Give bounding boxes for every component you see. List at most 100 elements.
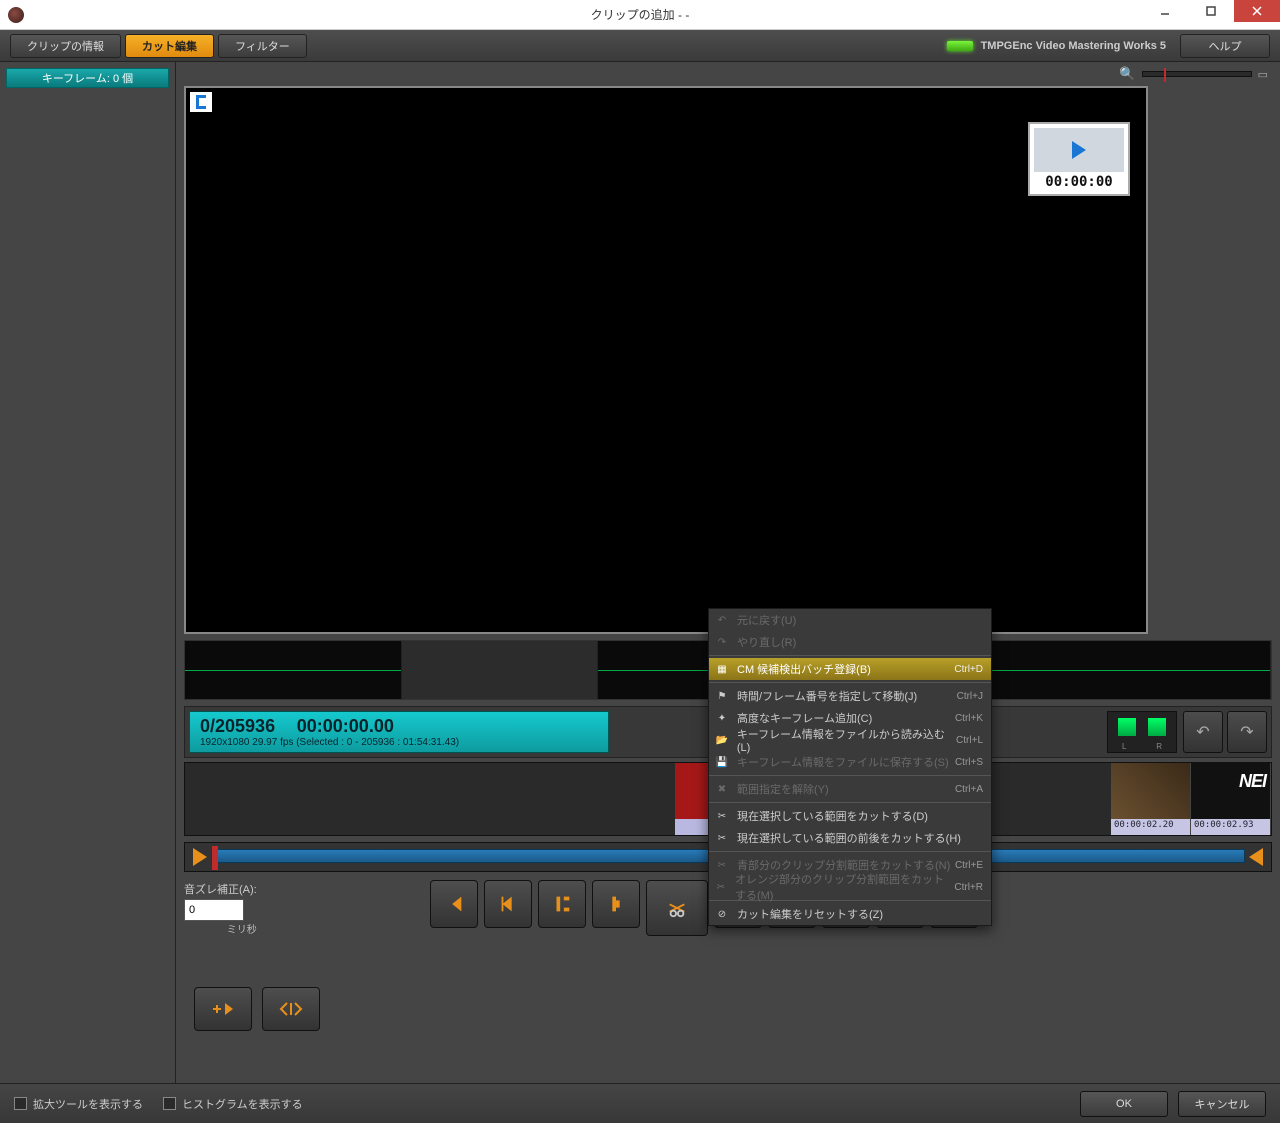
set-in-button[interactable]: [538, 880, 586, 928]
playhead[interactable]: [212, 846, 218, 870]
help-button[interactable]: ヘルプ: [1180, 34, 1270, 58]
thumb-timecode: 00:00:02.93: [1191, 819, 1270, 835]
audio-level-meter: L R: [1107, 711, 1177, 753]
redo-icon: ↷: [713, 634, 731, 650]
show-histogram-checkbox[interactable]: ヒストグラムを表示する: [163, 1096, 303, 1112]
in-handle-icon[interactable]: [193, 848, 207, 866]
menu-item-shortcut: Ctrl+S: [955, 757, 983, 768]
menu-item-label: オレンジ部分のクリップ分割範囲をカットする(M): [735, 871, 954, 903]
brand-label: TMPGEnc Video Mastering Works 5: [981, 40, 1166, 52]
cut-icon: ✂: [713, 808, 731, 824]
menu-item-label: 現在選択している範囲の前後をカットする(H): [737, 830, 961, 846]
tab-clip-info[interactable]: クリップの情報: [10, 34, 121, 58]
menu-item: ✂オレンジ部分のクリップ分割範囲をカットする(M)Ctrl+R: [709, 876, 991, 898]
menu-item[interactable]: ▦CM 候補検出バッチ登録(B)Ctrl+D: [709, 658, 991, 680]
close-button[interactable]: [1234, 0, 1280, 22]
pip-preview: 00:00:00: [1028, 122, 1130, 196]
menu-separator: [709, 802, 991, 803]
top-tab-bar: クリップの情報 カット編集 フィルター TMPGEnc Video Master…: [0, 30, 1280, 62]
menu-item-shortcut: Ctrl+L: [956, 735, 983, 746]
menu-item-label: 現在選択している範囲をカットする(D): [737, 808, 928, 824]
meter-right-label: R: [1156, 742, 1162, 751]
mark-in-button[interactable]: [592, 880, 640, 928]
prev-keyframe-button[interactable]: [430, 880, 478, 928]
out-handle-icon[interactable]: [1249, 848, 1263, 866]
menu-separator: [709, 682, 991, 683]
save-icon: 💾: [713, 754, 731, 770]
keyframe-list-header: キーフレーム: 0 個: [6, 68, 169, 88]
zoom-bar: 🔍 ▭: [176, 62, 1280, 86]
zoom-fit-icon[interactable]: ▭: [1258, 68, 1268, 81]
pip-video-area: [1034, 128, 1124, 172]
menu-separator: [709, 775, 991, 776]
menu-item-label: やり直し(R): [737, 634, 796, 650]
timecode: 00:00:00.00: [297, 716, 394, 736]
step-back-button[interactable]: [484, 880, 532, 928]
cuto-icon: ✂: [713, 879, 729, 895]
frame-position: 0/205936: [200, 716, 275, 736]
keyframe-sidebar: キーフレーム: 0 個: [0, 62, 176, 1083]
play-icon: [1072, 141, 1086, 159]
show-zoom-tool-checkbox[interactable]: 拡大ツールを表示する: [14, 1096, 143, 1112]
in-point-marker-icon: [190, 92, 212, 112]
x-icon: ✖: [713, 781, 731, 797]
tab-cut-edit[interactable]: カット編集: [125, 34, 214, 58]
thumbnail[interactable]: 00:00:02.20: [1111, 763, 1191, 835]
pip-timecode: 00:00:00: [1034, 172, 1124, 190]
maximize-button[interactable]: [1188, 0, 1234, 22]
dialog-footer: 拡大ツールを表示する ヒストグラムを表示する OK キャンセル: [0, 1083, 1280, 1123]
clip-detail: 1920x1080 29.97 fps (Selected : 0 - 2059…: [200, 737, 598, 748]
audio-offset-input[interactable]: [184, 899, 244, 921]
cutb-icon: ✂: [713, 857, 731, 873]
menu-item-label: 高度なキーフレーム追加(C): [737, 710, 872, 726]
menu-item-shortcut: Ctrl+K: [955, 713, 983, 724]
histogram-label: ヒストグラムを表示する: [182, 1096, 303, 1112]
ok-button[interactable]: OK: [1080, 1091, 1168, 1117]
menu-item-label: キーフレーム情報をファイルから読み込む(L): [737, 726, 956, 754]
menu-separator: [709, 851, 991, 852]
cancel-button[interactable]: キャンセル: [1178, 1091, 1266, 1117]
menu-item-label: 元に戻す(U): [737, 612, 796, 628]
menu-item[interactable]: ⚑時間/フレーム番号を指定して移動(J)Ctrl+J: [709, 685, 991, 707]
audio-offset-label: 音ズレ補正(A):: [184, 881, 257, 897]
minimize-button[interactable]: [1142, 0, 1188, 22]
menu-item[interactable]: ✂ 現在選択している範囲をカットする(D): [709, 805, 991, 827]
menu-item-label: 範囲指定を解除(Y): [737, 781, 829, 797]
menu-item-label: キーフレーム情報をファイルに保存する(S): [737, 754, 949, 770]
menu-item[interactable]: ✂ 現在選択している範囲の前後をカットする(H): [709, 827, 991, 849]
zoom-slider[interactable]: [1142, 71, 1252, 77]
add-split-button[interactable]: [194, 987, 252, 1031]
zoom-tool-label: 拡大ツールを表示する: [33, 1096, 143, 1112]
menu-item: 💾 キーフレーム情報をファイルに保存する(S) Ctrl+S: [709, 751, 991, 773]
menu-item[interactable]: ⊘カット編集をリセットする(Z): [709, 903, 991, 925]
audio-offset-control: 音ズレ補正(A): ミリ秒: [184, 881, 257, 936]
menu-item[interactable]: 📂 キーフレーム情報をファイルから読み込む(L)Ctrl+L: [709, 729, 991, 751]
menu-item: ↶ 元に戻す(U): [709, 609, 991, 631]
menu-item: ↷ やり直し(R): [709, 631, 991, 653]
tab-filter[interactable]: フィルター: [218, 34, 307, 58]
open-icon: 📂: [713, 732, 731, 748]
menu-item: ✖ 範囲指定を解除(Y) Ctrl+A: [709, 778, 991, 800]
flag-icon: ⚑: [713, 688, 731, 704]
video-preview[interactable]: 00:00:00: [184, 86, 1148, 634]
expand-split-button[interactable]: [262, 987, 320, 1031]
redo-button[interactable]: ↷: [1227, 711, 1267, 753]
menu-item-shortcut: Ctrl+E: [955, 860, 983, 871]
menu-item-shortcut: Ctrl+A: [955, 784, 983, 795]
cut-icon: ✂: [713, 830, 731, 846]
thumb-timecode: 00:00:02.20: [1111, 819, 1190, 835]
cut-button[interactable]: [646, 880, 708, 936]
context-menu[interactable]: ↶ 元に戻す(U) ↷ やり直し(R) ▦CM 候補検出バッチ登録(B)Ctrl+D ⚑時…: [708, 608, 992, 926]
app-icon: [8, 7, 24, 23]
menu-item-shortcut: Ctrl+J: [957, 691, 983, 702]
menu-separator: [709, 655, 991, 656]
meter-left-label: L: [1122, 742, 1126, 751]
frame-counter: 0/205936 00:00:00.00 1920x1080 29.97 fps…: [189, 711, 609, 753]
search-icon: 🔍: [1119, 66, 1135, 82]
thumbnail[interactable]: NEI00:00:02.93: [1191, 763, 1271, 835]
window-titlebar: クリップの追加 - -: [0, 0, 1280, 30]
undo-icon: ↶: [713, 612, 731, 628]
box-icon: ▦: [713, 661, 731, 677]
menu-item-label: カット編集をリセットする(Z): [737, 906, 883, 922]
undo-button[interactable]: ↶: [1183, 711, 1223, 753]
